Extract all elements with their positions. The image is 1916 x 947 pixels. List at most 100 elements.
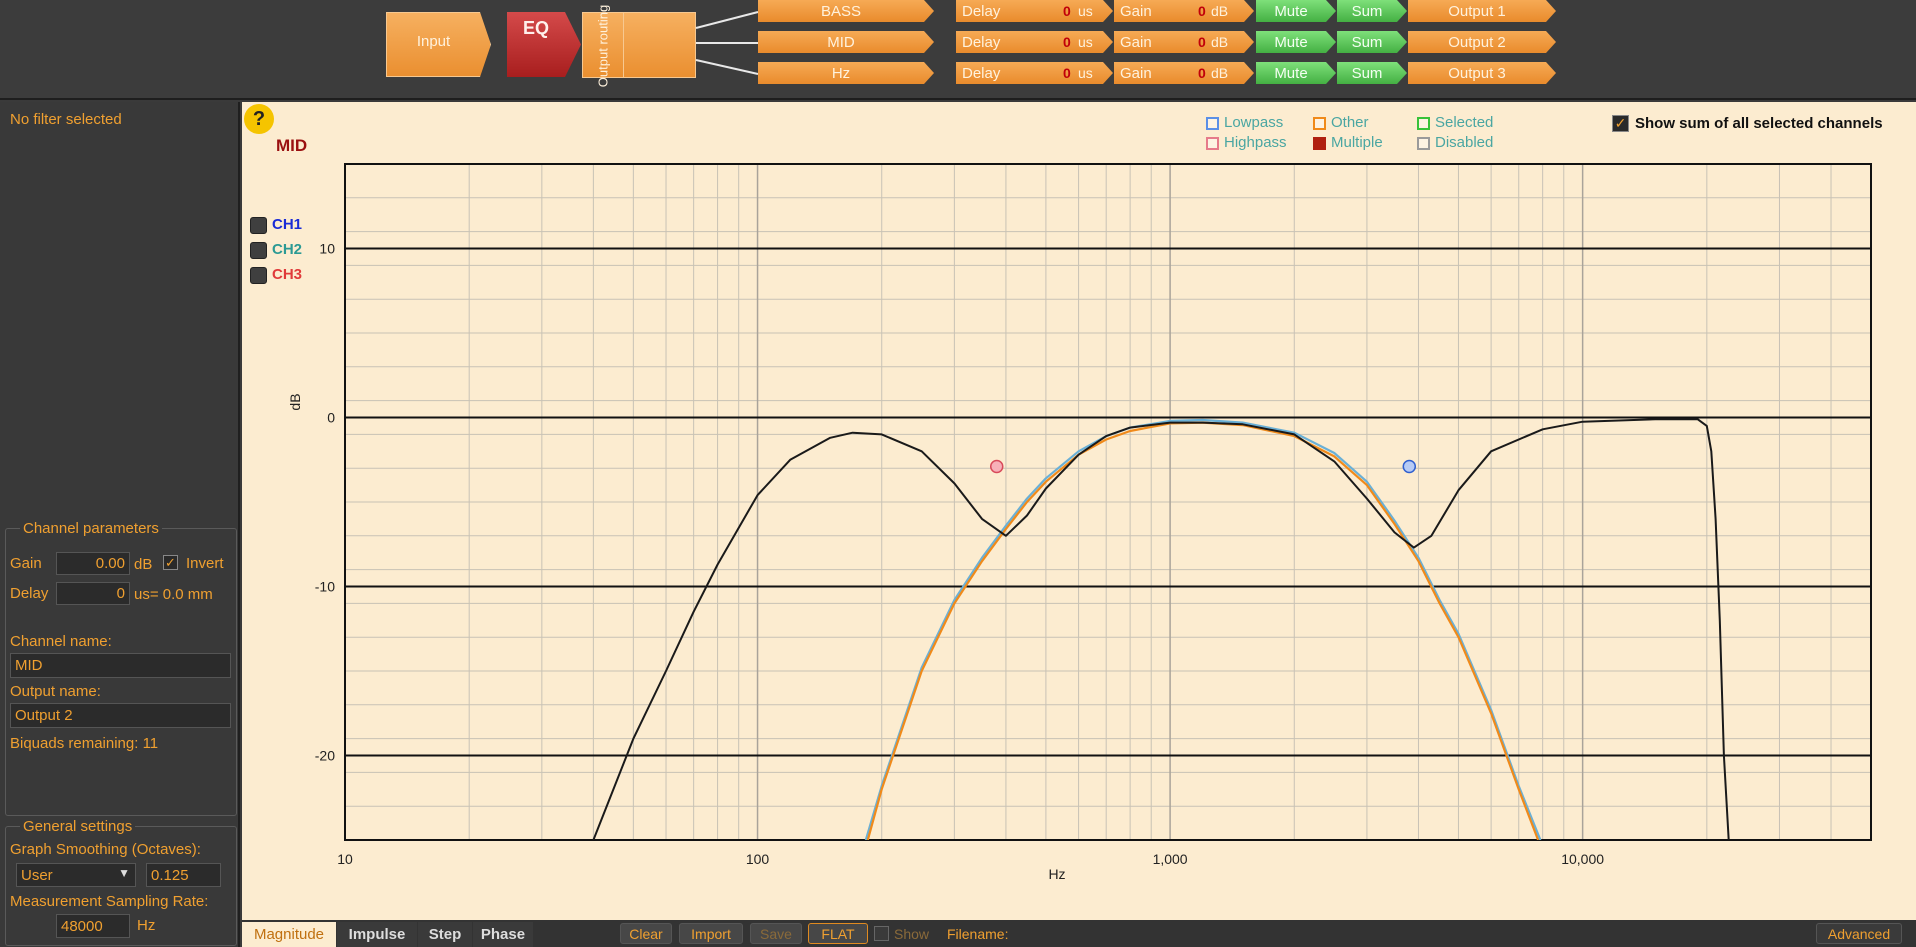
routing-lines	[695, 11, 759, 75]
gain-input[interactable]: 0.00	[56, 552, 130, 575]
channel-parameters-title: Channel parameters	[23, 520, 159, 537]
import-button[interactable]: Import	[679, 923, 743, 944]
delay-block-label: Delay	[962, 2, 1001, 20]
filter-status: No filter selected	[10, 111, 122, 128]
sampling-rate-value: 48000	[61, 917, 103, 935]
smoothing-value: 0.125	[151, 866, 189, 884]
magnitude-chart[interactable]: 10 100 1,000 10,000100-10-20HzdB	[242, 102, 1916, 920]
gain-block-unit: dB	[1211, 3, 1229, 19]
smoothing-value-input[interactable]: 0.125	[146, 863, 221, 887]
sum-block-label: Sum	[1351, 2, 1383, 20]
import-button-label: Import	[691, 925, 731, 942]
output-block-label: Output 2	[1448, 33, 1506, 51]
mute-block-1[interactable]: Mute	[1256, 31, 1336, 53]
general-settings-title: General settings	[23, 818, 133, 835]
show-label: Show	[894, 926, 930, 942]
channel-block-2[interactable]: Hz	[758, 62, 934, 84]
invert-checkbox[interactable]: ✓	[163, 555, 178, 570]
clear-button[interactable]: Clear	[620, 923, 672, 944]
tab-step[interactable]: Step	[418, 922, 472, 947]
tab-phase[interactable]: Phase	[473, 922, 533, 947]
channel-name-input[interactable]: MID	[10, 653, 231, 678]
graph-panel: ? MID CH1 CH2 CH3 Lowpass Other Selected Hi…	[242, 102, 1916, 920]
output-block-2[interactable]: Output 3	[1408, 62, 1556, 84]
biquads-remaining: Biquads remaining: 11	[10, 735, 159, 752]
mute-block-2[interactable]: Mute	[1256, 62, 1336, 84]
smoothing-mode-select[interactable]: User ▼	[16, 863, 136, 887]
chevron-down-icon: ▼	[118, 866, 130, 880]
pipeline-bar: Input EQ Output routing BASS Delay 0 us …	[0, 0, 1916, 100]
x-tick-label: 1,000	[1153, 851, 1188, 867]
x-tick-label: 10	[337, 851, 353, 867]
output-name-value: Output 2	[15, 707, 73, 724]
delay-block-unit: us	[1078, 34, 1093, 50]
tab-impulse-label: Impulse	[348, 926, 406, 943]
delay-block-0[interactable]: Delay 0 us	[956, 0, 1113, 22]
delay-input[interactable]: 0	[56, 582, 130, 605]
delay-block-value: 0	[1063, 34, 1071, 50]
sampling-rate-input[interactable]: 48000	[56, 914, 130, 938]
save-button[interactable]: Save	[750, 923, 802, 944]
delay-label: Delay	[10, 585, 49, 602]
x-tick-label: 100	[746, 851, 770, 867]
mute-block-label: Mute	[1274, 33, 1308, 51]
gain-label: Gain	[10, 555, 42, 572]
output-block-label: Output 3	[1448, 64, 1506, 82]
gain-block-2[interactable]: Gain 0 dB	[1114, 62, 1254, 84]
x-axis-label: Hz	[1048, 866, 1065, 882]
y-tick-label: -20	[315, 748, 335, 764]
channel-block-label: Hz	[831, 64, 851, 82]
tab-step-label: Step	[428, 926, 462, 943]
gain-block-label: Gain	[1120, 2, 1152, 20]
tab-magnitude-label: Magnitude	[253, 926, 325, 943]
highpass-filter-marker	[989, 459, 1004, 474]
gain-block-label: Gain	[1120, 33, 1152, 51]
advanced-button-label: Advanced	[1827, 925, 1891, 942]
gain-unit: dB	[134, 556, 153, 573]
mute-block-label: Mute	[1274, 64, 1308, 82]
flat-button[interactable]: FLAT	[808, 923, 868, 944]
show-checkbox[interactable]	[874, 926, 889, 941]
x-tick-label: 10,000	[1561, 851, 1604, 867]
smoothing-mode-value: User	[21, 866, 53, 884]
channel-name-label: Channel name:	[10, 633, 112, 650]
lowpass-filter-marker	[1402, 459, 1417, 474]
sum-block-label: Sum	[1351, 33, 1383, 51]
output-name-input[interactable]: Output 2	[10, 703, 231, 728]
y-tick-label: 0	[327, 410, 335, 426]
gain-block-label: Gain	[1120, 64, 1152, 82]
sum-block-2[interactable]: Sum	[1337, 62, 1407, 84]
filename-label: Filename:	[947, 926, 1009, 942]
gain-block-0[interactable]: Gain 0 dB	[1114, 0, 1254, 22]
sum-block-0[interactable]: Sum	[1337, 0, 1407, 22]
y-axis-label: dB	[287, 393, 303, 410]
delay-block-1[interactable]: Delay 0 us	[956, 31, 1113, 53]
gain-block-value: 0	[1198, 34, 1206, 50]
delay-unit: us= 0.0 mm	[134, 586, 213, 603]
sum-block-1[interactable]: Sum	[1337, 31, 1407, 53]
gain-block-unit: dB	[1211, 34, 1229, 50]
tab-magnitude[interactable]: Magnitude	[242, 922, 336, 947]
sum-block-label: Sum	[1351, 64, 1383, 82]
save-button-label: Save	[760, 925, 792, 942]
sidebar: No filter selected Channel parameters Ga…	[0, 102, 240, 947]
channel-block-1[interactable]: MID	[758, 31, 934, 53]
gain-value: 0.00	[95, 555, 125, 572]
output-block-1[interactable]: Output 2	[1408, 31, 1556, 53]
gain-block-1[interactable]: Gain 0 dB	[1114, 31, 1254, 53]
sampling-rate-unit: Hz	[137, 917, 156, 934]
tab-impulse[interactable]: Impulse	[337, 922, 417, 947]
gain-block-value: 0	[1198, 3, 1206, 19]
invert-label: Invert	[186, 555, 224, 572]
output-block-0[interactable]: Output 1	[1408, 0, 1556, 22]
sampling-rate-label: Measurement Sampling Rate:	[10, 893, 209, 910]
y-tick-label: 10	[319, 241, 335, 257]
channel-block-0[interactable]: BASS	[758, 0, 934, 22]
flat-button-label: FLAT	[821, 925, 855, 942]
delay-block-2[interactable]: Delay 0 us	[956, 62, 1113, 84]
mute-block-0[interactable]: Mute	[1256, 0, 1336, 22]
output-name-label: Output name:	[10, 683, 101, 700]
advanced-button[interactable]: Advanced	[1816, 923, 1902, 944]
gain-block-value: 0	[1198, 65, 1206, 81]
delay-block-value: 0	[1063, 3, 1071, 19]
